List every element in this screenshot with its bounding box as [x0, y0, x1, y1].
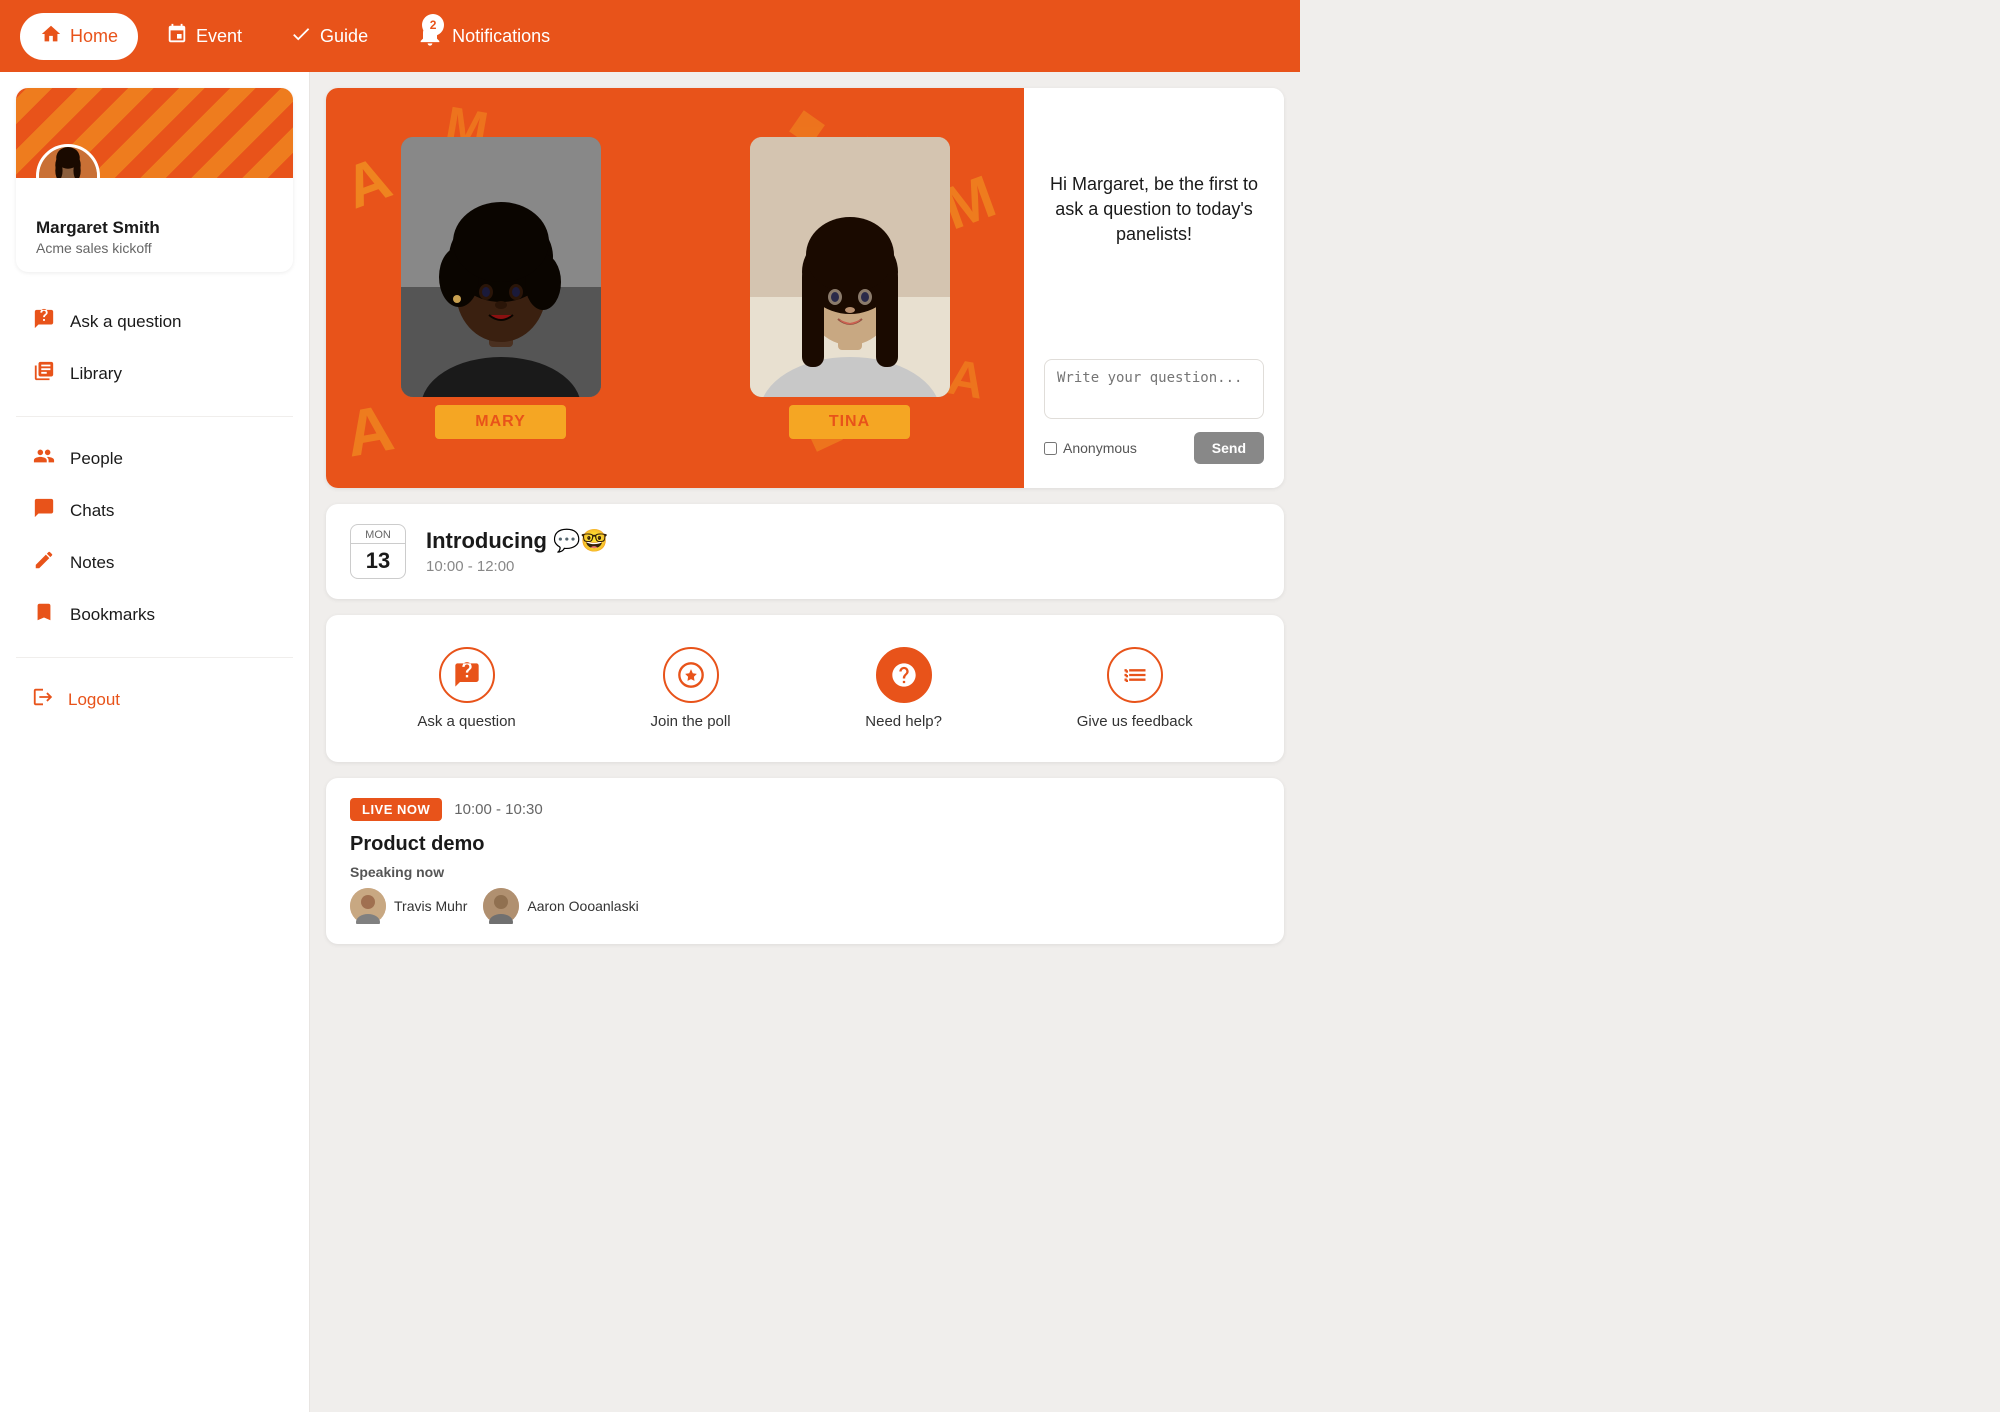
- session-time: 10:00 - 12:00: [426, 558, 1260, 575]
- notification-badge: 2: [422, 14, 444, 36]
- profile-name: Margaret Smith: [36, 218, 273, 238]
- notes-label: Notes: [70, 553, 114, 573]
- session-info: Introducing 💬🤓 10:00 - 12:00: [426, 528, 1260, 575]
- nav-event-label: Event: [196, 26, 242, 47]
- profile-info: Margaret Smith Acme sales kickoff: [16, 178, 293, 272]
- ask-question-circle-icon: [439, 647, 495, 703]
- action-need-help[interactable]: Need help?: [845, 639, 962, 738]
- live-session-title: Product demo: [350, 833, 1260, 856]
- date-badge: MON 13: [350, 524, 406, 579]
- people-label: People: [70, 449, 123, 469]
- join-poll-circle-icon: [663, 647, 719, 703]
- sidebar-item-people[interactable]: People: [16, 433, 293, 485]
- nav-notifications-label: Notifications: [452, 26, 550, 47]
- ask-question-label: Ask a question: [70, 312, 182, 332]
- speaker-tina-card: TINA: [675, 121, 1024, 455]
- sidebar: Margaret Smith Acme sales kickoff Ask a …: [0, 72, 310, 1412]
- logout-label: Logout: [68, 690, 120, 710]
- session-title: Introducing 💬🤓: [426, 528, 1260, 554]
- speaker-mary-photo: [401, 137, 601, 397]
- video-stage: A M A M ◆ ◆ M A: [326, 88, 1024, 488]
- speaker-name-1: Travis Muhr: [394, 898, 467, 914]
- live-session-card: LIVE NOW 10:00 - 10:30 Product demo Spea…: [326, 778, 1284, 944]
- speaker-avatar-2: [483, 888, 519, 924]
- date-badge-number: 13: [351, 544, 405, 578]
- session-bar: MON 13 Introducing 💬🤓 10:00 - 12:00: [326, 504, 1284, 599]
- sidebar-item-chats[interactable]: Chats: [16, 485, 293, 537]
- library-icon: [32, 360, 56, 388]
- notes-icon: [32, 549, 56, 577]
- speaker-avatar-1: [350, 888, 386, 924]
- speaker-name-2: Aaron Oooanlaski: [527, 898, 638, 914]
- sidebar-social-nav: People Chats Notes: [0, 425, 309, 649]
- people-icon: [32, 445, 56, 473]
- sidebar-item-bookmarks[interactable]: Bookmarks: [16, 589, 293, 641]
- speaker-mary-name: MARY: [435, 405, 566, 439]
- video-panel: A M A M ◆ ◆ M A: [326, 88, 1284, 488]
- ask-question-icon: [32, 308, 56, 336]
- sidebar-nav: Ask a question Library: [0, 288, 309, 408]
- chats-icon: [32, 497, 56, 525]
- nav-event[interactable]: Event: [146, 13, 262, 60]
- send-button[interactable]: Send: [1194, 432, 1264, 464]
- question-footer: Anonymous Send: [1044, 432, 1264, 464]
- question-prompt: Hi Margaret, be the first to ask a quest…: [1044, 112, 1264, 248]
- sidebar-item-ask-question[interactable]: Ask a question: [16, 296, 293, 348]
- main-content: A M A M ◆ ◆ M A: [310, 72, 1300, 1412]
- nav-home[interactable]: Home: [20, 13, 138, 60]
- top-nav: Home Event Guide 2 Notifications: [0, 0, 1300, 72]
- nav-guide-label: Guide: [320, 26, 368, 47]
- bookmarks-icon: [32, 601, 56, 629]
- profile-org: Acme sales kickoff: [36, 240, 273, 256]
- feedback-action-label: Give us feedback: [1077, 713, 1193, 730]
- ask-question-action-label: Ask a question: [417, 713, 515, 730]
- bookmarks-label: Bookmarks: [70, 605, 155, 625]
- actions-bar: Ask a question Join the poll: [326, 615, 1284, 762]
- action-join-poll[interactable]: Join the poll: [630, 639, 750, 738]
- anonymous-checkbox-label[interactable]: Anonymous: [1044, 440, 1137, 456]
- sidebar-item-logout[interactable]: Logout: [0, 674, 309, 725]
- speaker-chip-2: Aaron Oooanlaski: [483, 888, 638, 924]
- live-session-header: LIVE NOW 10:00 - 10:30: [350, 798, 1260, 821]
- speaker-tina-name: TINA: [789, 405, 910, 439]
- sidebar-divider-2: [16, 657, 293, 658]
- need-help-circle-icon: [876, 647, 932, 703]
- live-badge: LIVE NOW: [350, 798, 442, 821]
- speaking-now-label: Speaking now: [350, 864, 1260, 880]
- date-badge-day: MON: [351, 525, 405, 544]
- main-layout: Margaret Smith Acme sales kickoff Ask a …: [0, 72, 1300, 1412]
- speakers-row: Travis Muhr Aaron Oooanlaski: [350, 888, 1260, 924]
- speaker-chip-1: Travis Muhr: [350, 888, 467, 924]
- question-input[interactable]: [1044, 359, 1264, 419]
- nav-home-label: Home: [70, 26, 118, 47]
- avatar: [36, 144, 100, 178]
- action-ask-question[interactable]: Ask a question: [397, 639, 535, 738]
- feedback-circle-icon: [1107, 647, 1163, 703]
- profile-banner: [16, 88, 293, 178]
- question-input-area: Anonymous Send: [1044, 359, 1264, 464]
- anonymous-checkbox[interactable]: [1044, 442, 1057, 455]
- need-help-action-label: Need help?: [865, 713, 942, 730]
- library-label: Library: [70, 364, 122, 384]
- question-panel: Hi Margaret, be the first to ask a quest…: [1024, 88, 1284, 488]
- anonymous-label: Anonymous: [1063, 440, 1137, 456]
- live-session-time: 10:00 - 10:30: [454, 801, 542, 818]
- action-feedback[interactable]: Give us feedback: [1057, 639, 1213, 738]
- chats-label: Chats: [70, 501, 114, 521]
- speaker-tina-photo: [750, 137, 950, 397]
- join-poll-action-label: Join the poll: [650, 713, 730, 730]
- sidebar-item-library[interactable]: Library: [16, 348, 293, 400]
- home-icon: [40, 23, 62, 50]
- profile-card: Margaret Smith Acme sales kickoff: [16, 88, 293, 272]
- guide-icon: [290, 23, 312, 50]
- sidebar-item-notes[interactable]: Notes: [16, 537, 293, 589]
- logout-icon: [32, 686, 54, 713]
- event-icon: [166, 23, 188, 50]
- nav-notifications[interactable]: 2 Notifications: [396, 10, 570, 63]
- nav-guide[interactable]: Guide: [270, 13, 388, 60]
- sidebar-divider-1: [16, 416, 293, 417]
- speaker-mary-card: MARY: [326, 121, 675, 455]
